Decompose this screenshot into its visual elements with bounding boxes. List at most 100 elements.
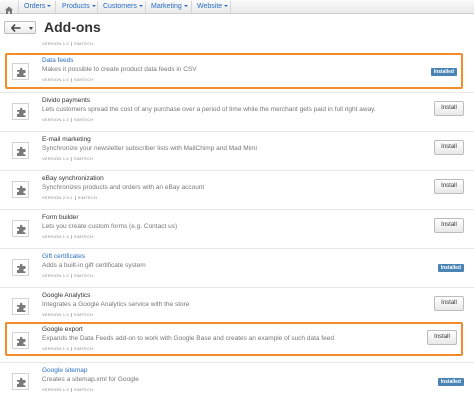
nav-divider bbox=[97, 1, 98, 13]
addon-row: Google export Expands the Data Feeds add-… bbox=[5, 322, 463, 356]
addon-meta: VERSION 1.0 SIMTECH bbox=[42, 387, 93, 392]
addon-row: Divido payments Lets customers spread the… bbox=[0, 92, 474, 129]
nav-item-products[interactable]: Products bbox=[62, 0, 96, 14]
addon-row: E-mail marketing Synchronize your newslet… bbox=[0, 131, 474, 168]
addon-description: Integrates a Google Analytics service wi… bbox=[42, 301, 190, 308]
nav-item-website-label: Website bbox=[197, 3, 223, 10]
meta-divider bbox=[70, 387, 72, 392]
puzzle-piece-icon bbox=[12, 142, 29, 159]
install-button[interactable]: Install bbox=[434, 296, 464, 311]
back-dropdown-button[interactable] bbox=[27, 21, 36, 34]
puzzle-piece-icon bbox=[12, 103, 29, 120]
meta-divider bbox=[70, 156, 72, 161]
installed-badge: Installed bbox=[437, 378, 464, 386]
nav-item-products-label: Products bbox=[62, 3, 90, 10]
addon-row: Google Analytics Integrates a Google Anal… bbox=[0, 287, 474, 324]
addon-version: VERSION 1.0 bbox=[42, 312, 69, 317]
meta-divider bbox=[70, 346, 72, 351]
nav-item-orders-label: Orders bbox=[24, 3, 46, 10]
addon-version: VERSION 1.0 bbox=[42, 234, 69, 239]
addon-row: Form builder Lets you create custom forms… bbox=[0, 209, 474, 246]
addon-meta: VERSION 1.0 SIMTECH bbox=[42, 273, 93, 278]
addon-row: Gift certificates Adds a built-in gift ce… bbox=[0, 248, 474, 285]
install-button[interactable]: Install bbox=[434, 179, 464, 194]
meta-divider bbox=[70, 234, 72, 239]
meta-divider bbox=[70, 41, 72, 46]
addon-name: Divido payments bbox=[42, 97, 91, 104]
top-navigation-bar: Orders Products Customers Marketing Webs… bbox=[0, 0, 474, 14]
addon-meta: VERSION 1.0 SIMTECH bbox=[42, 234, 93, 239]
installed-badge: Installed bbox=[430, 68, 457, 76]
addon-version: VERSION 1.0 bbox=[42, 41, 69, 46]
addon-name[interactable]: Data feeds bbox=[42, 57, 73, 64]
addon-name[interactable]: Gift certificates bbox=[42, 253, 85, 260]
puzzle-piece-icon bbox=[12, 373, 29, 390]
caret-down-icon bbox=[29, 27, 33, 30]
addon-version: VERSION 1.0 bbox=[42, 77, 69, 82]
addon-version: VERSION 1.0 bbox=[42, 117, 69, 122]
addon-meta: VERSION 1.0 SIMTECH bbox=[42, 312, 93, 317]
install-button[interactable]: Install bbox=[434, 218, 464, 233]
caret-down-icon bbox=[224, 5, 229, 8]
addon-meta: VERSION 1.0 SIMTECH bbox=[42, 156, 93, 161]
addon-developer: SIMTECH bbox=[77, 195, 98, 200]
addon-developer: SIMTECH bbox=[73, 346, 94, 351]
addon-meta: VERSION 2.0.1 SIMTECH bbox=[42, 195, 97, 200]
addon-name: E-mail marketing bbox=[42, 136, 91, 143]
page-title: Add-ons bbox=[44, 19, 101, 35]
meta-divider bbox=[70, 77, 72, 82]
page-header: Add-ons bbox=[0, 14, 474, 40]
puzzle-piece-icon bbox=[12, 220, 29, 237]
meta-divider bbox=[70, 312, 72, 317]
addon-developer: SIMTECH bbox=[73, 387, 94, 392]
addon-version: VERSION 1.0 bbox=[42, 346, 69, 351]
addon-version: VERSION 2.0.1 bbox=[42, 195, 73, 200]
nav-item-customers[interactable]: Customers bbox=[103, 0, 143, 14]
addons-list: VERSION 1.0 SIMTECH Data feeds Makes it po… bbox=[0, 40, 474, 393]
addon-name: eBay synchronization bbox=[42, 175, 104, 182]
caret-down-icon bbox=[183, 5, 188, 8]
nav-item-website[interactable]: Website bbox=[197, 0, 229, 14]
caret-down-icon bbox=[47, 5, 52, 8]
addon-row: Data feeds Makes it possible to create pr… bbox=[5, 53, 463, 89]
install-button[interactable]: Install bbox=[427, 330, 457, 345]
nav-divider bbox=[55, 1, 56, 13]
addon-description: Creates a sitemap.xml for Google bbox=[42, 376, 139, 383]
back-button[interactable] bbox=[4, 21, 28, 34]
addon-meta: VERSION 1.0 SIMTECH bbox=[42, 77, 93, 82]
nav-item-marketing-label: Marketing bbox=[151, 3, 182, 10]
addon-name[interactable]: Google sitemap bbox=[42, 367, 88, 374]
nav-divider bbox=[191, 1, 192, 13]
addon-name: Form builder bbox=[42, 214, 79, 221]
addon-meta: VERSION 1.0 SIMTECH bbox=[42, 346, 93, 351]
addon-developer: SIMTECH bbox=[73, 273, 94, 278]
puzzle-piece-icon bbox=[12, 181, 29, 198]
addon-meta: VERSION 1.0 SIMTECH bbox=[42, 117, 93, 122]
addon-description: Lets you create custom forms (e.g. Conta… bbox=[42, 223, 178, 230]
arrow-left-icon bbox=[11, 24, 21, 32]
addon-description: Adds a built-in gift certificate system bbox=[42, 262, 146, 269]
addon-description: Makes it possible to create product data… bbox=[42, 66, 197, 73]
addon-description: Expands the Data Feeds add-on to work wi… bbox=[42, 335, 334, 342]
previous-item-meta: VERSION 1.0 SIMTECH bbox=[42, 41, 93, 46]
caret-down-icon bbox=[138, 5, 143, 8]
puzzle-piece-icon bbox=[12, 259, 29, 276]
nav-item-marketing[interactable]: Marketing bbox=[151, 0, 188, 14]
puzzle-piece-icon bbox=[12, 332, 29, 349]
nav-divider bbox=[18, 1, 19, 13]
addon-description: Synchronize your newsletter subscriber l… bbox=[42, 145, 257, 152]
nav-item-orders[interactable]: Orders bbox=[24, 0, 52, 14]
home-icon[interactable] bbox=[4, 2, 14, 14]
caret-down-icon bbox=[91, 5, 96, 8]
installed-badge: Installed bbox=[437, 264, 464, 272]
addon-developer: SIMTECH bbox=[73, 156, 94, 161]
addon-developer: SIMTECH bbox=[73, 312, 94, 317]
addon-version: VERSION 1.0 bbox=[42, 273, 69, 278]
install-button[interactable]: Install bbox=[434, 140, 464, 155]
addon-version: VERSION 1.0 bbox=[42, 156, 69, 161]
install-button[interactable]: Install bbox=[434, 101, 464, 116]
addon-developer: SIMTECH bbox=[73, 41, 94, 46]
addon-developer: SIMTECH bbox=[73, 234, 94, 239]
puzzle-piece-icon bbox=[12, 63, 29, 80]
puzzle-piece-icon bbox=[12, 298, 29, 315]
